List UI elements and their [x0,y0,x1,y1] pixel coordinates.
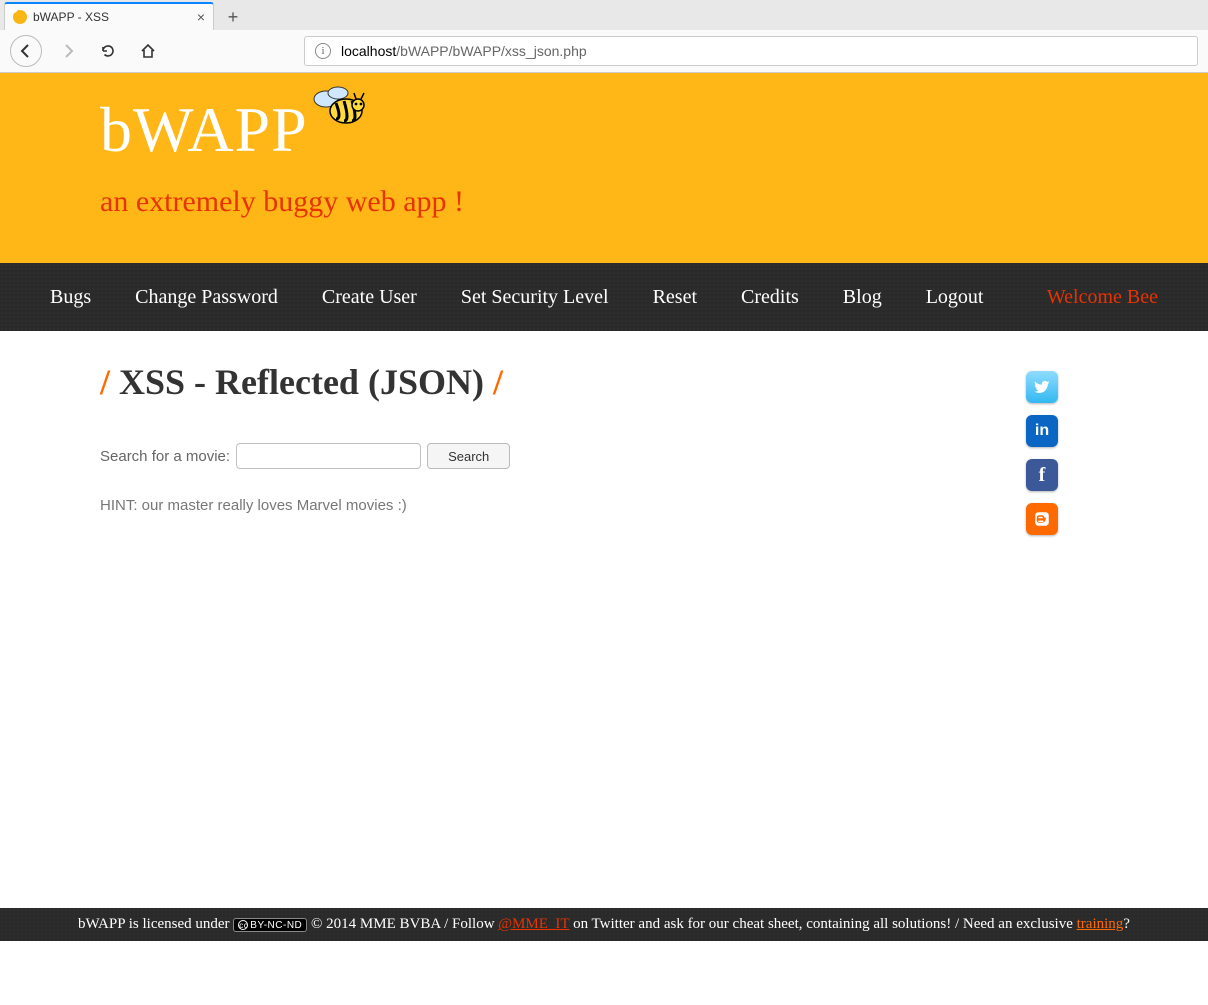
slash-icon: / [493,362,503,402]
home-button[interactable] [134,37,162,65]
footer: bWAPP is licensed under ccBY-NC-ND © 201… [0,908,1208,941]
facebook-icon[interactable]: f [1026,459,1058,491]
logo-text: bWAPP [100,94,308,165]
close-tab-icon[interactable]: × [197,9,205,25]
nav-change-password[interactable]: Change Password [135,286,278,309]
linkedin-icon[interactable]: in [1026,415,1058,447]
page-title-text: XSS - Reflected (JSON) [119,362,484,402]
url-bar[interactable]: i localhost/bWAPP/bWAPP/xss_json.php [304,36,1198,66]
bee-icon [312,85,368,131]
forward-button[interactable] [54,37,82,65]
nav-bugs[interactable]: Bugs [50,286,91,309]
content-wrap: / XSS - Reflected (JSON) / Search for a … [0,331,1208,941]
main-nav: Bugs Change Password Create User Set Sec… [0,263,1208,331]
reload-button[interactable] [94,37,122,65]
search-form: Search for a movie: Search [100,443,980,469]
page: bWAPP an extremely buggy web app ! [0,73,1208,941]
footer-pre: bWAPP is licensed under [78,916,233,932]
url-host: localhost [341,43,396,59]
tab-title: bWAPP - XSS [33,10,191,24]
url-path: /bWAPP/bWAPP/xss_json.php [396,43,586,59]
nav-create-user[interactable]: Create User [322,286,417,309]
page-title: / XSS - Reflected (JSON) / [100,361,980,403]
main-content: / XSS - Reflected (JSON) / Search for a … [100,361,980,941]
nav-set-security-level[interactable]: Set Security Level [461,286,609,309]
search-button[interactable]: Search [427,443,510,469]
footer-mid2: on Twitter and ask for our cheat sheet, … [573,916,1077,932]
tagline: an extremely buggy web app ! [100,185,1208,219]
browser-toolbar: i localhost/bWAPP/bWAPP/xss_json.php [0,30,1208,72]
nav-reset[interactable]: Reset [653,286,697,309]
url-text: localhost/bWAPP/bWAPP/xss_json.php [341,43,587,59]
header-banner: bWAPP an extremely buggy web app ! [0,73,1208,263]
site-info-icon[interactable]: i [315,43,331,59]
nav-credits[interactable]: Credits [741,286,799,309]
cc-license-badge[interactable]: ccBY-NC-ND [233,918,307,932]
nav-welcome: Welcome Bee [1047,286,1158,309]
hint-text: HINT: our master really loves Marvel mov… [100,497,980,514]
nav-logout[interactable]: Logout [926,286,984,309]
search-label: Search for a movie: [100,448,230,465]
browser-chrome: bWAPP - XSS × + i localhost/bWAPP/bWAPP/… [0,0,1208,73]
blogger-icon[interactable] [1026,503,1058,535]
new-tab-button[interactable]: + [220,4,246,30]
back-button[interactable] [10,35,42,67]
footer-mid1: © 2014 MME BVBA / Follow [311,916,498,932]
twitter-icon[interactable] [1026,371,1058,403]
social-sidebar: in f [1026,371,1058,535]
bee-favicon-icon [13,10,27,24]
footer-training-link[interactable]: training [1077,916,1124,932]
slash-icon: / [100,362,110,402]
footer-tail: ? [1123,916,1130,932]
movie-search-input[interactable] [236,443,421,469]
footer-mme-link[interactable]: @MME_IT [498,916,569,932]
tab-bar: bWAPP - XSS × + [0,0,1208,30]
nav-blog[interactable]: Blog [843,286,882,309]
browser-tab[interactable]: bWAPP - XSS × [4,2,214,30]
logo-row: bWAPP [100,93,308,167]
